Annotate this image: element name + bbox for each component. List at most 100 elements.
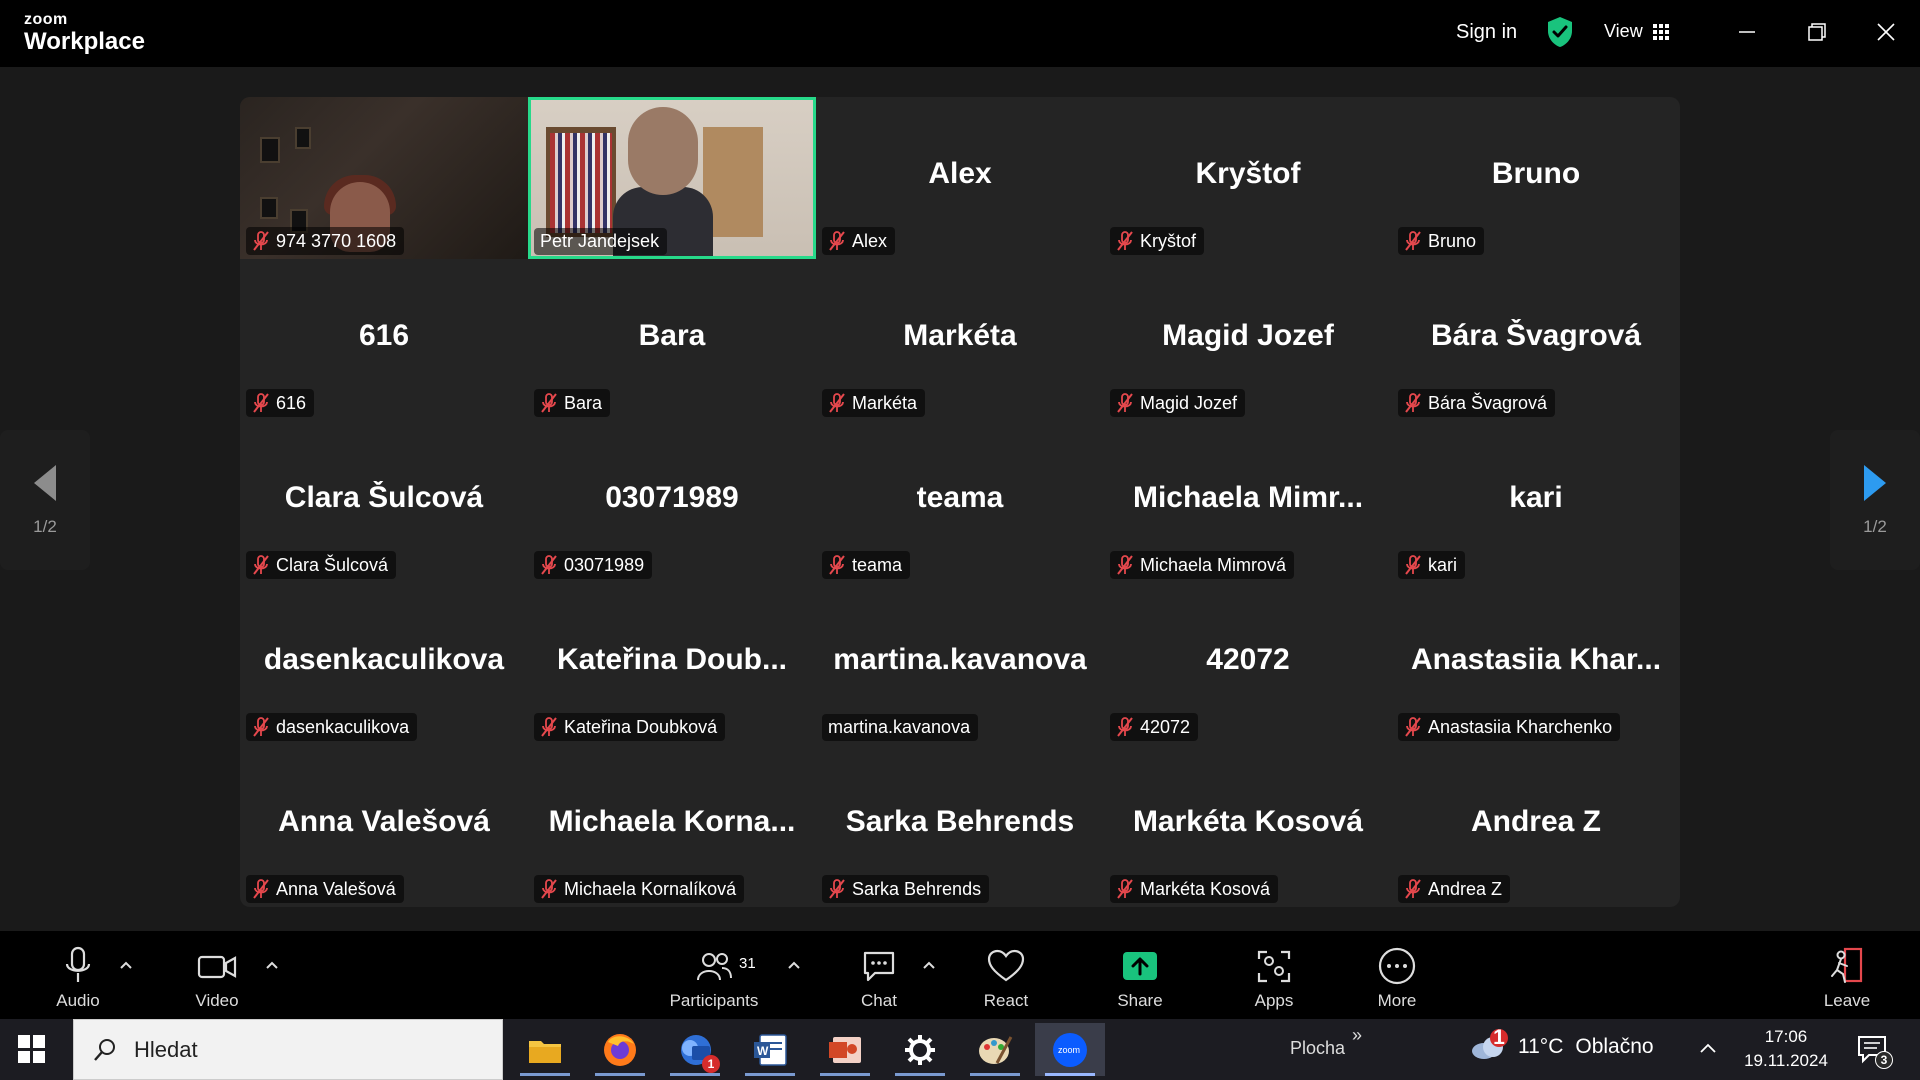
participant-display-name: Michaela Mimr... [1132,481,1364,514]
file-explorer-app[interactable] [510,1023,580,1076]
participant-name-label: Bára Švagrová [1398,389,1556,417]
participant-tile[interactable]: martina.kavanova martina.kavanova [816,583,1104,745]
participant-tile[interactable]: Anna Valešová Anna Valešová [240,745,528,907]
participant-name: Bara [564,392,603,413]
restore-button[interactable] [1797,14,1837,50]
participant-tile[interactable]: Kateřina Doub... Kateřina Doubková [528,583,816,745]
participant-tile[interactable]: Andrea Z Andrea Z [1392,745,1680,907]
participant-name-label: Sarka Behrends [822,875,990,903]
chat-button[interactable]: Chat [829,945,929,1011]
close-button[interactable] [1866,14,1906,50]
participant-tile[interactable]: Bara Bara [528,259,816,421]
previous-page-icon [34,465,56,501]
participant-tile[interactable]: Alex Alex [816,97,1104,259]
apps-button[interactable]: Apps [1224,945,1324,1011]
notification-center[interactable]: 3 [1855,1031,1893,1069]
participant-tile[interactable]: dasenkaculikova dasenkaculikova [240,583,528,745]
participant-tile[interactable]: 974 3770 1608 [240,97,528,259]
desktop-toolbar-label[interactable]: Plocha [1290,1038,1345,1059]
word-app[interactable]: W [735,1023,805,1076]
minimize-icon [1739,31,1755,33]
participants-count: 31 [739,955,756,972]
participant-tile[interactable]: Petr Jandejsek [528,97,816,259]
system-clock[interactable]: 17:06 19.11.2024 [1736,1025,1836,1073]
participant-tile[interactable]: Magid Jozef Magid Jozef [1104,259,1392,421]
participant-name: Kateřina Doubková [564,716,718,737]
video-label: Video [195,991,239,1010]
meeting-toolbar: Audio Video Participants 31 Chat React S… [0,931,1920,1019]
video-button[interactable]: Video [167,945,267,1011]
tray-expand-icon[interactable] [1698,1039,1718,1059]
next-page-nav[interactable]: 1/2 [1830,430,1920,570]
toolbar-expand-icon[interactable]: » [1352,1025,1362,1046]
participant-display-name: teama [916,481,1004,514]
weather-widget[interactable]: 1 11°C Oblačno [1470,1026,1654,1061]
restore-icon [1808,23,1826,41]
share-button[interactable]: Share [1090,945,1190,1011]
muted-microphone-icon [829,555,845,575]
participant-tile[interactable]: Michaela Mimr... Michaela Mimrová [1104,421,1392,583]
muted-microphone-icon [1117,393,1133,413]
participant-tile[interactable]: Clara Šulcová Clara Šulcová [240,421,528,583]
page-indicator-left: 1/2 [33,517,57,536]
audio-options-caret[interactable] [116,955,136,975]
leave-button[interactable]: Leave [1797,945,1897,1011]
zoom-app[interactable]: zoom [1035,1023,1105,1076]
settings-app[interactable] [885,1023,955,1076]
participant-name: Alex [852,230,888,251]
participant-display-name: Clara Šulcová [284,481,484,514]
participant-tile[interactable]: 616 616 [240,259,528,421]
taskbar-search[interactable]: Hledat [73,1019,503,1080]
grid-view-icon [1652,23,1669,40]
windows-start-icon[interactable] [18,1035,46,1063]
firefox-icon [604,1033,636,1066]
participant-display-name: Sarka Behrends [845,805,1075,838]
participant-tile[interactable]: Bára Švagrová Bára Švagrová [1392,259,1680,421]
participant-name-label: Alex [822,227,896,255]
participant-tile[interactable]: Markéta Markéta [816,259,1104,421]
windows-taskbar: Hledat 1 W zoom Plocha » 1 11°C Oblačno [0,1019,1920,1080]
participant-tile[interactable]: teama teama [816,421,1104,583]
participant-display-name: Markéta Kosová [1132,805,1364,838]
participant-name-label: Bruno [1398,227,1485,255]
participant-name-label: Bara [534,389,611,417]
participant-tile[interactable]: Kryštof Kryštof [1104,97,1392,259]
firefox-app[interactable] [585,1023,655,1076]
participant-display-name: Michaela Korna... [548,805,796,838]
participant-tile[interactable]: Michaela Korna... Michaela Kornalíková [528,745,816,907]
participant-display-name: Bruno [1491,157,1581,190]
participant-name-label: 03071989 [534,551,653,579]
share-label: Share [1117,991,1163,1010]
previous-page-nav[interactable]: 1/2 [0,430,90,570]
react-button[interactable]: React [956,945,1056,1011]
title-bar: zoom Workplace Sign in View [0,0,1920,67]
encryption-shield-icon[interactable] [1546,16,1574,48]
participants-options-caret[interactable] [784,955,804,975]
participant-tile[interactable]: 03071989 03071989 [528,421,816,583]
more-button[interactable]: More [1347,945,1447,1011]
participant-name: Markéta Kosová [1140,878,1271,899]
paint-app[interactable] [960,1023,1030,1076]
video-options-caret[interactable] [262,955,282,975]
participant-tile[interactable]: Sarka Behrends Sarka Behrends [816,745,1104,907]
participant-display-name: Bara [638,319,706,352]
minimize-button[interactable] [1727,14,1767,50]
participant-tile[interactable]: kari kari [1392,421,1680,583]
participant-name: teama [852,554,903,575]
participant-tile[interactable]: Bruno Bruno [1392,97,1680,259]
share-screen-icon [1123,952,1157,980]
chat-options-caret[interactable] [919,955,939,975]
sign-in-link[interactable]: Sign in [1456,21,1517,44]
outlook-app[interactable]: 1 [660,1023,730,1076]
audio-button[interactable]: Audio [28,945,128,1011]
participant-tile[interactable]: Markéta Kosová Markéta Kosová [1104,745,1392,907]
participant-name-label: martina.kavanova [822,714,979,741]
muted-microphone-icon [541,879,557,899]
powerpoint-app[interactable] [810,1023,880,1076]
participant-name-label: Clara Šulcová [246,551,397,579]
participant-name-label: Kateřina Doubková [534,713,726,741]
view-button[interactable]: View [1604,21,1669,42]
participant-tile[interactable]: 42072 42072 [1104,583,1392,745]
participant-tile[interactable]: Anastasiia Khar... Anastasiia Kharchenko [1392,583,1680,745]
app-logo: zoom Workplace [24,12,145,54]
